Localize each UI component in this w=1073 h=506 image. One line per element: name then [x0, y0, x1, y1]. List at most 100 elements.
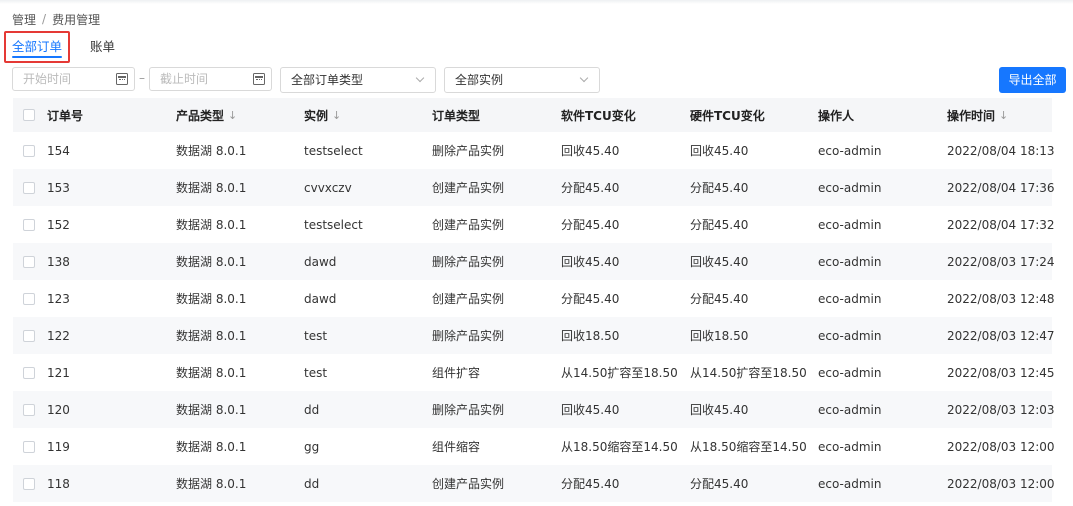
order-type-select[interactable]: 全部订单类型: [280, 67, 436, 93]
cell-product-type: 数据湖 8.0.1: [176, 440, 247, 454]
col-header-order-type[interactable]: 订单类型: [432, 98, 480, 132]
cell-operator: eco-admin: [818, 291, 882, 306]
table-row[interactable]: 121 数据湖 8.0.1 test 组件扩容 从14.50扩容至18.50 从14.50…: [13, 354, 1055, 391]
active-tab-indicator: [12, 56, 63, 58]
cell-operation-time: 2022/08/03 12:00: [947, 476, 1055, 491]
select-all-checkbox[interactable]: [23, 109, 35, 121]
cell-instance: gg: [304, 439, 320, 454]
cell-operation-time: 2022/08/03 12:00: [947, 439, 1055, 454]
cell-order-id: 152: [47, 217, 70, 232]
cell-operation-time: 2022/08/04 17:32: [947, 217, 1055, 232]
cell-instance: dawd: [304, 291, 337, 306]
row-checkbox[interactable]: [23, 218, 35, 231]
table-row[interactable]: 138 数据湖 8.0.1 dawd 删除产品实例 回收45.40 回收45.40 eco-…: [13, 243, 1055, 280]
chevron-down-icon: [579, 73, 589, 83]
cell-operation-time: 2022/08/04 18:13: [947, 143, 1055, 158]
tab-all-orders-label: 全部订单: [12, 39, 63, 54]
cell-order-type: 创建产品实例: [432, 218, 505, 232]
cell-order-id: 122: [47, 328, 70, 343]
cell-software-tcu: 从14.50扩容至18.50: [561, 366, 678, 380]
row-checkbox[interactable]: [23, 440, 35, 453]
cell-order-type: 组件扩容: [432, 366, 481, 380]
cell-operation-time: 2022/08/04 17:36: [947, 180, 1055, 195]
cell-instance: testselect: [304, 217, 363, 232]
sort-icon[interactable]: ↓: [999, 109, 1008, 122]
cell-product-type: 数据湖 8.0.1: [176, 329, 247, 343]
cell-order-id: 138: [47, 254, 70, 269]
cell-instance: dd: [304, 476, 320, 491]
col-header-label: 订单号: [47, 108, 84, 123]
cell-operator: eco-admin: [818, 365, 882, 380]
row-checkbox[interactable]: [23, 292, 35, 305]
table-row[interactable]: 118 数据湖 8.0.1 dd 创建产品实例 分配45.40 分配45.40 eco-ad…: [13, 465, 1055, 502]
col-header-product-type[interactable]: 产品类型 ↓: [176, 98, 237, 132]
table-row[interactable]: 122 数据湖 8.0.1 test 删除产品实例 回收18.50 回收18.50 eco-…: [13, 317, 1055, 354]
cell-order-type: 删除产品实例: [432, 255, 505, 269]
cell-order-id: 153: [47, 180, 70, 195]
cell-software-tcu: 回收45.40: [561, 144, 620, 158]
sort-icon[interactable]: ↓: [228, 109, 237, 122]
row-checkbox[interactable]: [23, 181, 35, 194]
row-checkbox[interactable]: [23, 144, 35, 157]
calendar-icon: [253, 73, 265, 85]
table-row[interactable]: 123 数据湖 8.0.1 dawd 创建产品实例 分配45.40 分配45.40 eco-…: [13, 280, 1055, 317]
cell-instance: test: [304, 328, 328, 343]
cell-order-id: 123: [47, 291, 70, 306]
cell-hardware-tcu: 分配45.40: [690, 477, 749, 491]
cell-software-tcu: 分配45.40: [561, 218, 620, 232]
table-row[interactable]: 120 数据湖 8.0.1 dd 删除产品实例 回收45.40 回收45.40 eco-ad…: [13, 391, 1055, 428]
export-all-button[interactable]: 导出全部: [999, 67, 1066, 93]
cell-hardware-tcu: 分配45.40: [690, 292, 749, 306]
cell-operator: eco-admin: [818, 217, 882, 232]
cell-software-tcu: 回收45.40: [561, 255, 620, 269]
tab-bills-label: 账单: [90, 39, 116, 54]
start-time-input[interactable]: 开始时间: [12, 67, 135, 91]
cell-operator: eco-admin: [818, 328, 882, 343]
col-header-operator[interactable]: 操作人: [818, 98, 854, 132]
cell-order-id: 121: [47, 365, 70, 380]
col-header-label: 实例: [304, 108, 329, 123]
table-row[interactable]: 153 数据湖 8.0.1 cvvxczv 创建产品实例 分配45.40 分配45.40 e…: [13, 169, 1055, 206]
end-time-placeholder: 截止时间: [160, 72, 209, 86]
col-header-hardware-tcu[interactable]: 硬件TCU变化: [690, 98, 765, 132]
tab-bar: 全部订单 账单: [4, 31, 121, 63]
cell-order-type: 删除产品实例: [432, 329, 505, 343]
row-checkbox[interactable]: [23, 366, 35, 379]
col-header-instance[interactable]: 实例 ↓: [304, 98, 341, 132]
cell-order-type: 创建产品实例: [432, 292, 505, 306]
cell-product-type: 数据湖 8.0.1: [176, 403, 247, 417]
cell-order-type: 删除产品实例: [432, 403, 505, 417]
table-header-row: 订单号 产品类型 ↓ 实例 ↓ 订单类型 软件TCU变化 硬件TCU变化 操作人 操…: [13, 98, 1052, 132]
instance-select[interactable]: 全部实例: [444, 67, 600, 93]
col-header-software-tcu[interactable]: 软件TCU变化: [561, 98, 636, 132]
cell-order-id: 119: [47, 439, 70, 454]
sort-icon[interactable]: ↓: [332, 109, 341, 122]
tab-bills[interactable]: 账单: [84, 35, 121, 59]
col-header-label: 产品类型: [176, 108, 225, 123]
col-header-label: 订单类型: [432, 108, 481, 123]
cell-hardware-tcu: 分配45.40: [690, 181, 749, 195]
cell-order-id: 118: [47, 476, 70, 491]
table-row[interactable]: 154 数据湖 8.0.1 testselect 删除产品实例 回收45.40 回收45.…: [13, 132, 1055, 169]
col-header-operation-time[interactable]: 操作时间 ↓: [947, 98, 1008, 132]
cell-instance: dawd: [304, 254, 337, 269]
cell-hardware-tcu: 回收45.40: [690, 403, 749, 417]
cell-operation-time: 2022/08/03 17:24: [947, 254, 1055, 269]
col-header-label: 软件TCU变化: [561, 108, 636, 123]
table-row[interactable]: 119 数据湖 8.0.1 gg 组件缩容 从18.50缩容至14.50 从18.50缩容…: [13, 428, 1055, 465]
row-checkbox[interactable]: [23, 329, 35, 342]
row-checkbox[interactable]: [23, 477, 35, 490]
cell-product-type: 数据湖 8.0.1: [176, 255, 247, 269]
end-time-input[interactable]: 截止时间: [149, 67, 272, 91]
breadcrumb-item-manage[interactable]: 管理: [12, 11, 36, 28]
cell-hardware-tcu: 从14.50扩容至18.50: [690, 366, 807, 380]
col-header-order-id[interactable]: 订单号: [47, 98, 83, 132]
cell-operator: eco-admin: [818, 476, 882, 491]
cell-hardware-tcu: 从18.50缩容至14.50: [690, 440, 807, 454]
col-header-label: 操作时间: [947, 108, 996, 123]
table-row[interactable]: 152 数据湖 8.0.1 testselect 创建产品实例 分配45.40 分配45.…: [13, 206, 1055, 243]
cell-product-type: 数据湖 8.0.1: [176, 181, 247, 195]
tab-all-orders[interactable]: 全部订单: [4, 31, 71, 63]
row-checkbox[interactable]: [23, 403, 35, 416]
row-checkbox[interactable]: [23, 255, 35, 268]
